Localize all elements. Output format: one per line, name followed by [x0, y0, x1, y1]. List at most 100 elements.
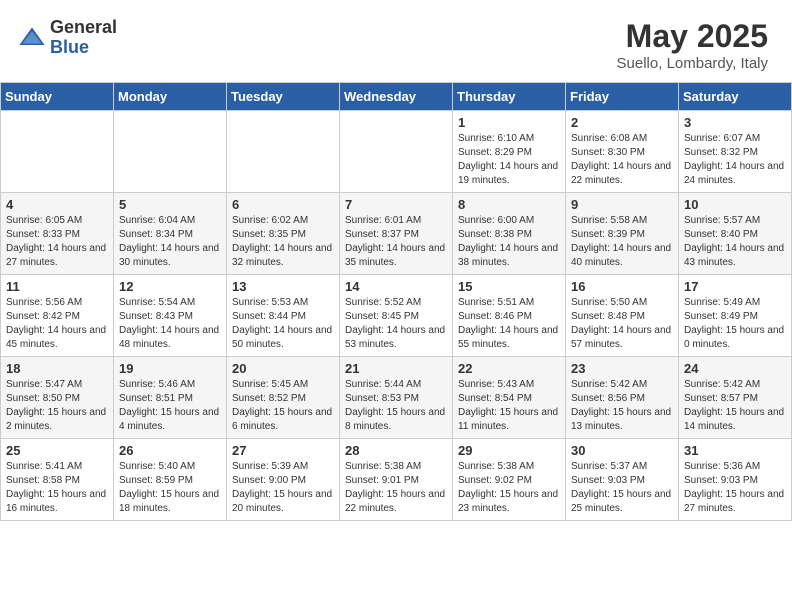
day-number: 22	[458, 361, 560, 376]
calendar-cell: 20 Sunrise: 5:45 AMSunset: 8:52 PMDayligh…	[227, 357, 340, 439]
calendar-header: SundayMondayTuesdayWednesdayThursdayFrid…	[1, 83, 792, 111]
calendar-cell	[114, 111, 227, 193]
day-number: 11	[6, 279, 108, 294]
calendar-week-row: 4Sunrise: 6:05 AMSunset: 8:33 PMDaylight…	[1, 193, 792, 275]
calendar-cell: 31 Sunrise: 5:36 AMSunset: 9:03 PMDayligh…	[679, 439, 792, 521]
calendar-cell: 1 Sunrise: 6:10 AMSunset: 8:29 PMDaylight…	[453, 111, 566, 193]
day-info: Sunrise: 5:56 AMSunset: 8:42 PMDaylight:…	[6, 296, 108, 352]
day-info: Sunrise: 5:43 AMSunset: 8:54 PMDaylight:…	[458, 378, 560, 434]
day-number: 6	[232, 197, 334, 212]
calendar-cell: 2Sunrise: 6:08 AMSunset: 8:30 PMDaylight…	[566, 111, 679, 193]
calendar-week-row: 25Sunrise: 5:41 AMSunset: 8:58 PMDayligh…	[1, 439, 792, 521]
calendar-cell: 3Sunrise: 6:07 AMSunset: 8:32 PMDaylight…	[679, 111, 792, 193]
calendar-cell: 5Sunrise: 6:04 AMSunset: 8:34 PMDaylight…	[114, 193, 227, 275]
calendar-cell: 4Sunrise: 6:05 AMSunset: 8:33 PMDaylight…	[1, 193, 114, 275]
calendar-week-row: 1 Sunrise: 6:10 AMSunset: 8:29 PMDaylight…	[1, 111, 792, 193]
day-info: Sunrise: 5:38 AMSunset: 9:02 PMDaylight:…	[458, 460, 560, 516]
calendar-cell: 22 Sunrise: 5:43 AMSunset: 8:54 PMDayligh…	[453, 357, 566, 439]
day-info: Sunrise: 5:51 AMSunset: 8:46 PMDaylight:…	[458, 296, 560, 352]
calendar-cell: 21Sunrise: 5:44 AMSunset: 8:53 PMDayligh…	[340, 357, 453, 439]
calendar-cell	[340, 111, 453, 193]
day-number: 17	[684, 279, 786, 294]
day-info: Sunrise: 5:42 AMSunset: 8:56 PMDaylight:…	[571, 378, 673, 434]
calendar-cell: 11 Sunrise: 5:56 AMSunset: 8:42 PMDayligh…	[1, 275, 114, 357]
calendar-week-row: 18Sunrise: 5:47 AMSunset: 8:50 PMDayligh…	[1, 357, 792, 439]
day-info: Sunrise: 6:04 AMSunset: 8:34 PMDaylight:…	[119, 214, 221, 270]
day-number: 1	[458, 115, 560, 130]
calendar-table: SundayMondayTuesdayWednesdayThursdayFrid…	[0, 82, 792, 521]
day-info: Sunrise: 5:42 AMSunset: 8:57 PMDaylight:…	[684, 378, 786, 434]
location-title: Suello, Lombardy, Italy	[617, 55, 768, 72]
day-info: Sunrise: 6:01 AMSunset: 8:37 PMDaylight:…	[345, 214, 447, 270]
weekday-row: SundayMondayTuesdayWednesdayThursdayFrid…	[1, 83, 792, 111]
calendar-cell: 30 Sunrise: 5:37 AMSunset: 9:03 PMDayligh…	[566, 439, 679, 521]
day-number: 24	[684, 361, 786, 376]
day-info: Sunrise: 5:46 AMSunset: 8:51 PMDaylight:…	[119, 378, 221, 434]
calendar-cell: 12Sunrise: 5:54 AMSunset: 8:43 PMDayligh…	[114, 275, 227, 357]
calendar-cell: 14 Sunrise: 5:52 AMSunset: 8:45 PMDayligh…	[340, 275, 453, 357]
weekday-header: Thursday	[453, 83, 566, 111]
day-number: 10	[684, 197, 786, 212]
day-info: Sunrise: 6:02 AMSunset: 8:35 PMDaylight:…	[232, 214, 334, 270]
day-info: Sunrise: 5:57 AMSunset: 8:40 PMDaylight:…	[684, 214, 786, 270]
calendar-week-row: 11 Sunrise: 5:56 AMSunset: 8:42 PMDayligh…	[1, 275, 792, 357]
weekday-header: Sunday	[1, 83, 114, 111]
day-number: 29	[458, 443, 560, 458]
day-number: 30	[571, 443, 673, 458]
day-number: 19	[119, 361, 221, 376]
calendar-cell: 6 Sunrise: 6:02 AMSunset: 8:35 PMDaylight…	[227, 193, 340, 275]
day-number: 9	[571, 197, 673, 212]
logo: General Blue	[18, 18, 117, 58]
day-info: Sunrise: 5:40 AMSunset: 8:59 PMDaylight:…	[119, 460, 221, 516]
logo-general-text: General	[50, 18, 117, 38]
day-number: 13	[232, 279, 334, 294]
day-info: Sunrise: 5:37 AMSunset: 9:03 PMDaylight:…	[571, 460, 673, 516]
calendar-cell: 18Sunrise: 5:47 AMSunset: 8:50 PMDayligh…	[1, 357, 114, 439]
day-info: Sunrise: 5:38 AMSunset: 9:01 PMDaylight:…	[345, 460, 447, 516]
weekday-header: Monday	[114, 83, 227, 111]
day-info: Sunrise: 5:49 AMSunset: 8:49 PMDaylight:…	[684, 296, 786, 352]
day-info: Sunrise: 5:39 AMSunset: 9:00 PMDaylight:…	[232, 460, 334, 516]
day-info: Sunrise: 6:10 AMSunset: 8:29 PMDaylight:…	[458, 132, 560, 188]
day-number: 14	[345, 279, 447, 294]
day-info: Sunrise: 5:52 AMSunset: 8:45 PMDaylight:…	[345, 296, 447, 352]
calendar-cell: 29 Sunrise: 5:38 AMSunset: 9:02 PMDayligh…	[453, 439, 566, 521]
calendar-cell: 19 Sunrise: 5:46 AMSunset: 8:51 PMDayligh…	[114, 357, 227, 439]
weekday-header: Saturday	[679, 83, 792, 111]
day-info: Sunrise: 5:58 AMSunset: 8:39 PMDaylight:…	[571, 214, 673, 270]
calendar-cell: 16Sunrise: 5:50 AMSunset: 8:48 PMDayligh…	[566, 275, 679, 357]
calendar-cell: 24 Sunrise: 5:42 AMSunset: 8:57 PMDayligh…	[679, 357, 792, 439]
calendar-cell: 25Sunrise: 5:41 AMSunset: 8:58 PMDayligh…	[1, 439, 114, 521]
day-number: 27	[232, 443, 334, 458]
day-number: 23	[571, 361, 673, 376]
day-info: Sunrise: 5:44 AMSunset: 8:53 PMDaylight:…	[345, 378, 447, 434]
calendar-cell: 17 Sunrise: 5:49 AMSunset: 8:49 PMDayligh…	[679, 275, 792, 357]
day-info: Sunrise: 6:07 AMSunset: 8:32 PMDaylight:…	[684, 132, 786, 188]
day-number: 7	[345, 197, 447, 212]
calendar-cell: 7 Sunrise: 6:01 AMSunset: 8:37 PMDaylight…	[340, 193, 453, 275]
calendar-cell: 27 Sunrise: 5:39 AMSunset: 9:00 PMDayligh…	[227, 439, 340, 521]
day-number: 15	[458, 279, 560, 294]
calendar-cell: 9 Sunrise: 5:58 AMSunset: 8:39 PMDaylight…	[566, 193, 679, 275]
day-number: 20	[232, 361, 334, 376]
day-info: Sunrise: 5:36 AMSunset: 9:03 PMDaylight:…	[684, 460, 786, 516]
day-info: Sunrise: 5:47 AMSunset: 8:50 PMDaylight:…	[6, 378, 108, 434]
day-number: 8	[458, 197, 560, 212]
weekday-header: Friday	[566, 83, 679, 111]
calendar-cell: 13 Sunrise: 5:53 AMSunset: 8:44 PMDayligh…	[227, 275, 340, 357]
day-info: Sunrise: 5:53 AMSunset: 8:44 PMDaylight:…	[232, 296, 334, 352]
logo-blue-text: Blue	[50, 38, 117, 58]
day-info: Sunrise: 6:00 AMSunset: 8:38 PMDaylight:…	[458, 214, 560, 270]
day-number: 31	[684, 443, 786, 458]
day-number: 16	[571, 279, 673, 294]
day-number: 28	[345, 443, 447, 458]
month-title: May 2025	[617, 18, 768, 55]
calendar-cell: 28 Sunrise: 5:38 AMSunset: 9:01 PMDayligh…	[340, 439, 453, 521]
weekday-header: Tuesday	[227, 83, 340, 111]
day-info: Sunrise: 5:45 AMSunset: 8:52 PMDaylight:…	[232, 378, 334, 434]
day-number: 26	[119, 443, 221, 458]
day-number: 2	[571, 115, 673, 130]
calendar-cell: 10 Sunrise: 5:57 AMSunset: 8:40 PMDayligh…	[679, 193, 792, 275]
day-number: 25	[6, 443, 108, 458]
calendar-cell: 26 Sunrise: 5:40 AMSunset: 8:59 PMDayligh…	[114, 439, 227, 521]
